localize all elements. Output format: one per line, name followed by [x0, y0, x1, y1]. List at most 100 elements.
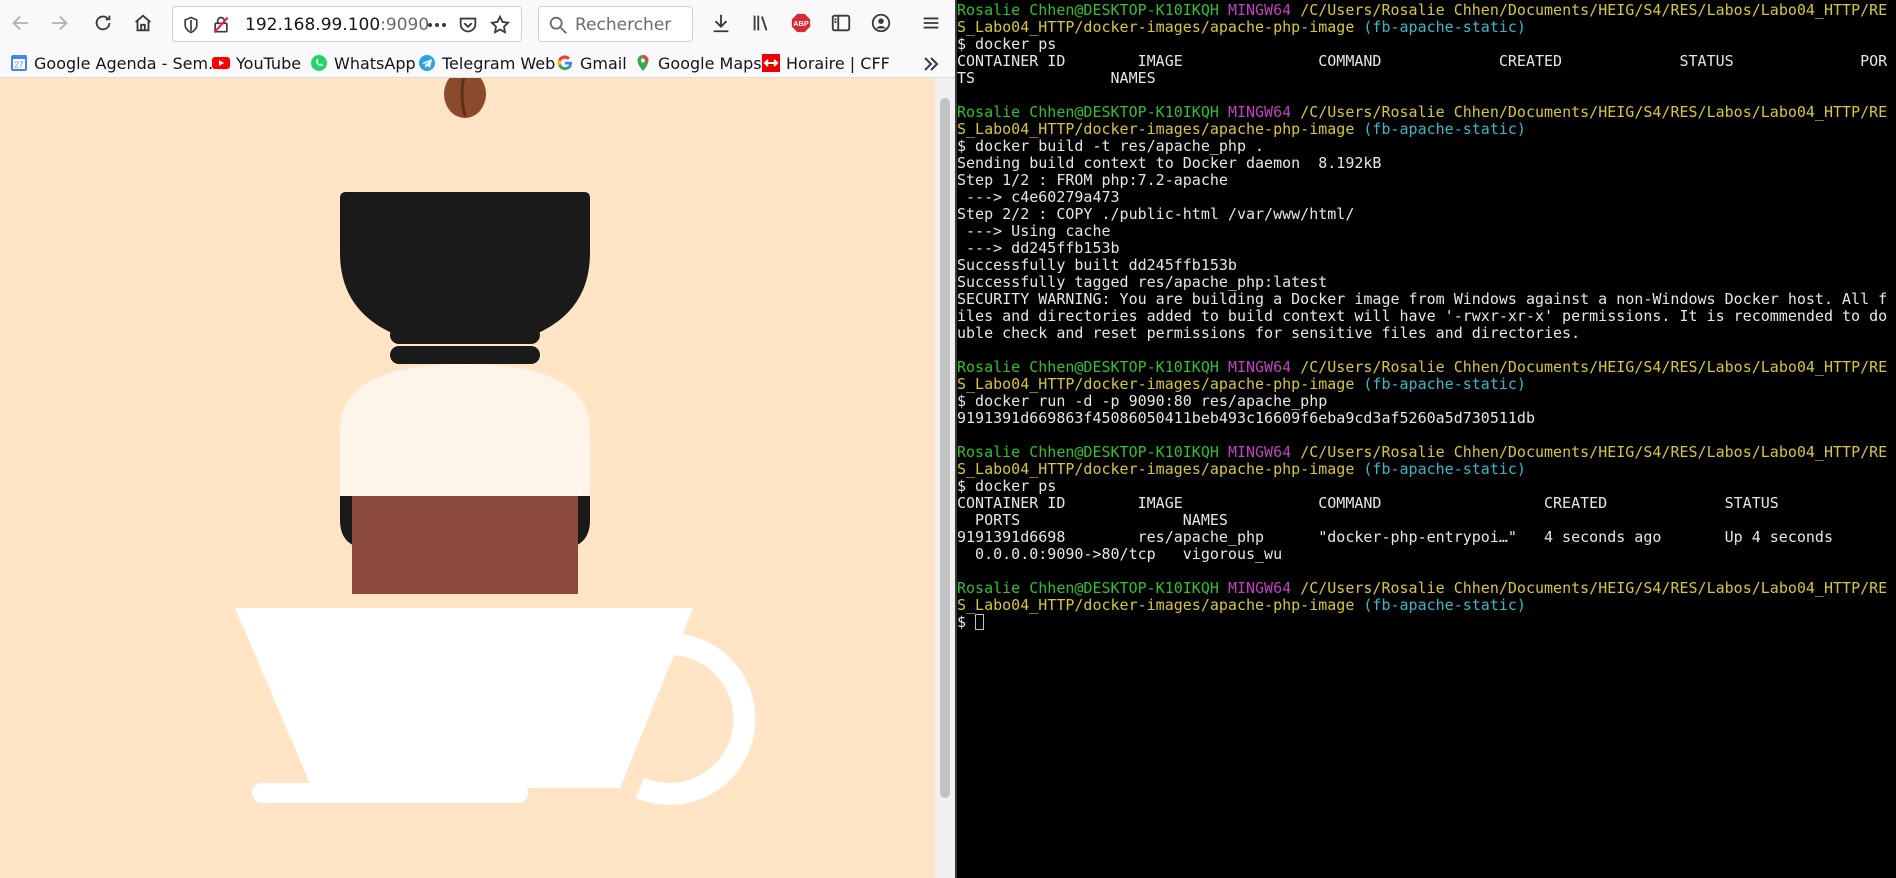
browser-toolbar: 192.168.99.100:9090 Rechercher ABP: [0, 0, 955, 48]
terminal-output-line: Successfully tagged res/apache_php:lates…: [957, 274, 1896, 291]
terminal-output-line: PORTS NAMES: [957, 512, 1896, 529]
bookmark-youtube[interactable]: YouTube: [212, 51, 301, 75]
prompt-branch: (fb-apache-static): [1363, 120, 1526, 138]
prompt-path: S_Labo04_HTTP/docker-images/apache-php-i…: [957, 18, 1355, 36]
output-text: ---> Using cache: [957, 222, 1111, 240]
terminal-output-line: SECURITY WARNING: You are building a Doc…: [957, 291, 1896, 308]
google-icon: [556, 54, 574, 72]
bookmark-horaire-cff[interactable]: Horaire | CFF: [762, 51, 890, 75]
output-text: TS NAMES: [957, 69, 1156, 87]
output-text: iles and directories added to build cont…: [957, 307, 1888, 325]
reload-icon[interactable]: [88, 8, 118, 38]
prompt-symbol: $: [957, 613, 976, 631]
address-bar[interactable]: 192.168.99.100:9090: [172, 6, 522, 42]
bookmark-telegram[interactable]: Telegram Web: [418, 51, 555, 75]
output-text: Sending build context to Docker daemon 8…: [957, 154, 1382, 172]
insecure-connection-icon[interactable]: [211, 15, 231, 35]
terminal-output-line: Successfully built dd245ffb153b: [957, 257, 1896, 274]
terminal-output-line: ---> Using cache: [957, 223, 1896, 240]
terminal-prompt-line: S_Labo04_HTTP/docker-images/apache-php-i…: [957, 19, 1896, 36]
terminal-prompt-line: Rosalie Chhen@DESKTOP-K10IKQH MINGW64 /C…: [957, 444, 1896, 461]
page-scrollbar[interactable]: [935, 78, 955, 878]
more-dots-icon[interactable]: [425, 13, 449, 37]
prompt-branch: (fb-apache-static): [1363, 596, 1526, 614]
output-text: 9191391d6698 res/apache_php "docker-php-…: [957, 528, 1833, 546]
pocket-icon[interactable]: [457, 14, 479, 36]
url-text[interactable]: 192.168.99.100:9090: [245, 15, 429, 35]
adblock-plus-icon[interactable]: ABP: [786, 8, 816, 38]
back-arrow-icon[interactable]: [6, 8, 36, 38]
output-text: CONTAINER ID IMAGE COMMAND CREATED STATU…: [957, 52, 1888, 70]
terminal-prompt-line: Rosalie Chhen@DESKTOP-K10IKQH MINGW64 /C…: [957, 359, 1896, 376]
prompt-path: /C/Users/Rosalie Chhen/Documents/HEIG/S4…: [1300, 443, 1888, 461]
output-text: ---> c4e60279a473: [957, 188, 1120, 206]
prompt-path: /C/Users/Rosalie Chhen/Documents/HEIG/S4…: [1300, 579, 1888, 597]
hamburger-menu-icon[interactable]: [916, 8, 946, 38]
terminal-command: $ docker ps: [957, 478, 1896, 495]
output-text: SECURITY WARNING: You are building a Doc…: [957, 290, 1888, 308]
prompt-branch: (fb-apache-static): [1363, 375, 1526, 393]
bookmark-label: YouTube: [236, 53, 302, 73]
google-calendar-icon: 27: [10, 54, 28, 72]
output-text: CONTAINER ID IMAGE COMMAND CREATED STATU…: [957, 494, 1779, 512]
output-text: 9191391d669863f45086050411beb493c16609f6…: [957, 409, 1535, 427]
terminal-prompt-line: S_Labo04_HTTP/docker-images/apache-php-i…: [957, 121, 1896, 138]
terminal-command: $ docker build -t res/apache_php .: [957, 138, 1896, 155]
bookmark-whatsapp[interactable]: WhatsApp: [310, 51, 416, 75]
scrollbar-thumb[interactable]: [940, 98, 950, 798]
bookmark-google-agenda[interactable]: 27 Google Agenda - Sem...: [10, 51, 223, 75]
forward-arrow-icon[interactable]: [44, 8, 74, 38]
terminal-output-line: iles and directories added to build cont…: [957, 308, 1896, 325]
terminal-output-line: ---> dd245ffb153b: [957, 240, 1896, 257]
command-text: $ docker run -d -p 9090:80 res/apache_ph…: [957, 392, 1328, 410]
terminal-command: $: [957, 614, 1896, 631]
bookmark-google-maps[interactable]: Google Maps: [634, 51, 762, 75]
terminal-cursor[interactable]: [975, 614, 985, 630]
prompt-user: Rosalie Chhen@DESKTOP-K10IKQH: [957, 443, 1219, 461]
bookmark-gmail[interactable]: Gmail: [556, 51, 627, 75]
search-box[interactable]: Rechercher: [538, 6, 693, 42]
terminal-prompt-line: Rosalie Chhen@DESKTOP-K10IKQH MINGW64 /C…: [957, 2, 1896, 19]
output-text: PORTS NAMES: [957, 511, 1228, 529]
terminal-output-line: 9191391d669863f45086050411beb493c16609f6…: [957, 410, 1896, 427]
prompt-shell: MINGW64: [1227, 579, 1292, 597]
coffee-illustration: [0, 78, 935, 878]
bookmarks-overflow-chevron-icon[interactable]: [920, 53, 942, 75]
terminal-command: $ docker run -d -p 9090:80 res/apache_ph…: [957, 393, 1896, 410]
coffee-carafe: [340, 364, 590, 594]
terminal-output-line: uble check and reset permissions for sen…: [957, 325, 1896, 342]
terminal-command: $ docker ps: [957, 36, 1896, 53]
output-text: ---> dd245ffb153b: [957, 239, 1120, 257]
sidebar-icon[interactable]: [826, 8, 856, 38]
prompt-path: S_Labo04_HTTP/docker-images/apache-php-i…: [957, 596, 1355, 614]
download-icon[interactable]: [706, 8, 736, 38]
bookmarks-toolbar: 27 Google Agenda - Sem... YouTube WhatsA…: [0, 48, 955, 78]
prompt-user: Rosalie Chhen@DESKTOP-K10IKQH: [957, 1, 1219, 19]
bookmark-label: Horaire | CFF: [786, 53, 890, 73]
tracking-protection-shield-icon[interactable]: [181, 15, 201, 35]
prompt-shell: MINGW64: [1227, 443, 1292, 461]
command-text: $ docker build -t res/apache_php .: [957, 137, 1265, 155]
google-maps-icon: [634, 54, 652, 72]
terminal-prompt-line: Rosalie Chhen@DESKTOP-K10IKQH MINGW64 /C…: [957, 104, 1896, 121]
library-icon[interactable]: [746, 8, 776, 38]
terminal-window[interactable]: Rosalie Chhen@DESKTOP-K10IKQH MINGW64 /C…: [957, 0, 1896, 878]
terminal-output-line: TS NAMES: [957, 70, 1896, 87]
terminal-prompt-line: S_Labo04_HTTP/docker-images/apache-php-i…: [957, 597, 1896, 614]
prompt-shell: MINGW64: [1227, 1, 1292, 19]
prompt-shell: MINGW64: [1227, 358, 1292, 376]
search-icon: [547, 14, 569, 36]
terminal-output-line: Step 1/2 : FROM php:7.2-apache: [957, 172, 1896, 189]
output-text: Successfully tagged res/apache_php:lates…: [957, 273, 1328, 291]
bookmark-star-icon[interactable]: [489, 14, 511, 36]
browser-window: 192.168.99.100:9090 Rechercher ABP 27 Go…: [0, 0, 955, 878]
home-icon[interactable]: [128, 8, 158, 38]
terminal-output: Rosalie Chhen@DESKTOP-K10IKQH MINGW64 /C…: [957, 2, 1896, 631]
bookmark-label: Google Maps: [658, 53, 762, 73]
prompt-path: /C/Users/Rosalie Chhen/Documents/HEIG/S4…: [1300, 358, 1888, 376]
account-icon[interactable]: [866, 8, 896, 38]
terminal-output-line: Sending build context to Docker daemon 8…: [957, 155, 1896, 172]
